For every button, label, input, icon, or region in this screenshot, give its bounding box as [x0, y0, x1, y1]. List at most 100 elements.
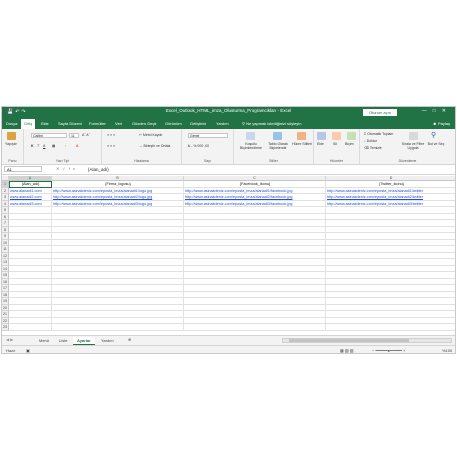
tell-me-search[interactable]: ⚲ Ne yapmak istediğinizi söyleyin	[242, 121, 301, 126]
zoom-slider[interactable]: − ━━━━━●━━━━━ +	[372, 348, 405, 353]
italic-icon[interactable]: T	[37, 144, 39, 148]
currency-icon[interactable]: ₺ - % 000 ,00	[188, 144, 209, 148]
border-icon[interactable]: ▦	[52, 144, 55, 148]
menu-yardim[interactable]: Yardım	[216, 121, 229, 126]
font-label: Yazı Tipi	[55, 159, 70, 163]
tell-me-text: Ne yapmak istediğinizi söyleyin	[246, 120, 302, 126]
format-cells-icon[interactable]	[347, 132, 356, 140]
number-label: Sayı	[203, 159, 211, 163]
font-name-box[interactable]: Calibri	[31, 133, 67, 138]
menu-formuller[interactable]: Formüller	[89, 121, 106, 126]
macro-record-icon[interactable]: ▣	[26, 348, 30, 353]
format-cells-button[interactable]: Biçim	[345, 142, 354, 146]
styles-group: Koşullu Biçimlendirme Tablo Olarak Biçim…	[234, 129, 314, 164]
editing-label: Düzenleme	[398, 159, 417, 163]
sheet-tabs-bar: ◀ ▶ Menü Liste Ayarlar Yardım ⊕	[2, 335, 455, 345]
empty-cell[interactable]	[9, 324, 52, 331]
sort-filter-icon[interactable]	[409, 132, 418, 140]
window-controls[interactable]: —□✕	[422, 108, 452, 114]
menu-gozden-gecir[interactable]: Gözden Geçir	[132, 121, 157, 126]
align-top-icon[interactable]: ≡ ≡ ≡	[107, 133, 115, 137]
font-grow-icon[interactable]: Aˆ Aˇ	[82, 133, 90, 137]
align-left-icon[interactable]: ≡ ≡ ≡	[107, 144, 115, 148]
status-bar: Hazır ▣ ▦ ▧ ▨ − ━━━━━●━━━━━ + %100	[2, 345, 455, 353]
clipboard-label: Pano	[8, 159, 17, 163]
cells-group: Ekle Sil Biçim Hücreler	[314, 129, 360, 164]
formula-input[interactable]: {Alan_adı}	[88, 167, 109, 172]
ribbon-tabs: Dosya Giriş Ekle Sayfa Düzeni Formüller …	[2, 118, 455, 129]
fill-color-icon[interactable]: ◑	[64, 144, 66, 148]
excel-window: 💾↶↷ Excel_Outlook_HTML_imza_Olusturma_Pr…	[1, 106, 456, 354]
paste-button[interactable]: Yapıştır	[5, 142, 17, 146]
font-size-box[interactable]: 11	[69, 133, 79, 138]
find-icon[interactable]: ⚲	[431, 131, 436, 139]
menu-ekle[interactable]: Ekle	[41, 121, 49, 126]
sigma-icon: Σ	[364, 132, 367, 136]
formula-buttons[interactable]: ✕✓fx	[56, 166, 78, 171]
cells-label: Hücreler	[329, 159, 344, 163]
wrap-text-label: Metni Kaydır	[142, 133, 163, 137]
conditional-format-icon[interactable]	[246, 132, 255, 140]
delete-cells-icon[interactable]	[332, 132, 341, 140]
number-format-box[interactable]: Genel	[188, 133, 228, 138]
font-color-icon[interactable]: A	[76, 144, 78, 148]
format-table-icon[interactable]	[273, 132, 282, 140]
conditional-format-button[interactable]: Koşullu Biçimlendirme	[238, 142, 264, 150]
clear-button[interactable]: ⌫ Temizle	[364, 146, 382, 150]
sheet-nav-arrows[interactable]: ◀ ▶	[6, 337, 13, 342]
menu-gorunum[interactable]: Görünüm	[165, 121, 182, 126]
row-header[interactable]: 23	[2, 324, 9, 331]
name-box[interactable]: A1	[4, 166, 42, 172]
empty-cell[interactable]	[184, 324, 326, 331]
empty-cell[interactable]	[326, 324, 455, 331]
autosum-button[interactable]: Σ Otomatik Toplam	[364, 132, 393, 136]
scrollbar-thumb[interactable]	[289, 339, 409, 342]
fill-button[interactable]: ↓ Doldur	[364, 139, 377, 143]
cell-styles-button[interactable]: Hücre Stilleri	[292, 142, 312, 146]
share-icon: ☻	[432, 120, 437, 126]
wrap-text-button[interactable]: ↵ Metni Kaydır	[139, 133, 163, 137]
title-bar: 💾↶↷ Excel_Outlook_HTML_imza_Olusturma_Pr…	[2, 107, 455, 118]
sheet-tab-liste[interactable]: Liste	[55, 337, 71, 344]
sheet-tab-yardim[interactable]: Yardım	[97, 337, 118, 344]
merge-center-button[interactable]: ↔ Birleştir ve Ortala	[139, 144, 170, 148]
share-label: Paylaş	[437, 120, 450, 126]
empty-cell[interactable]	[52, 324, 184, 331]
find-select-button[interactable]: Bul ve Seç	[427, 142, 445, 146]
sheet-tab-ayarlar[interactable]: Ayarlar	[73, 337, 95, 345]
underline-icon[interactable]: A	[43, 144, 45, 148]
menu-sayfa-duzeni[interactable]: Sayfa Düzeni	[58, 121, 82, 126]
status-ready: Hazır	[6, 348, 16, 353]
menu-dosya[interactable]: Dosya	[6, 121, 17, 126]
horizontal-scrollbar[interactable]	[282, 338, 452, 343]
insert-cells-icon[interactable]	[317, 132, 326, 140]
cell-styles-icon[interactable]	[297, 132, 306, 140]
clipboard-group: Yapıştır Pano	[2, 129, 24, 164]
autosum-label: Otomatik Toplam	[367, 132, 394, 136]
eraser-icon: ⌫	[364, 146, 369, 150]
share-button[interactable]: ☻ Paylaş	[433, 121, 450, 126]
wrap-icon: ↵	[139, 133, 142, 137]
font-group: Calibri 11 Aˆ Aˇ K T A ▦ ◑ A Yazı Tipi	[24, 129, 102, 164]
clear-label: Temizle	[369, 146, 382, 150]
styles-label: Stiller	[269, 159, 278, 163]
paste-icon[interactable]	[7, 132, 16, 140]
menu-veri[interactable]: Veri	[115, 121, 122, 126]
format-table-button[interactable]: Tablo Olarak Biçimlendir	[265, 142, 291, 150]
menu-gelistirici[interactable]: Geliştirici	[190, 121, 206, 126]
delete-cells-button[interactable]: Sil	[333, 142, 337, 146]
bold-icon[interactable]: K	[31, 144, 34, 148]
zoom-level[interactable]: %100	[442, 348, 452, 353]
insert-cells-button[interactable]: Ekle	[317, 142, 324, 146]
number-group: Genel ₺ - % 000 ,00 Sayı	[182, 129, 234, 164]
alignment-label: Hizalama	[134, 159, 149, 163]
merge-icon: ↔	[139, 144, 143, 148]
menu-giris[interactable]: Giriş	[21, 119, 36, 129]
view-buttons[interactable]: ▦ ▧ ▨	[340, 348, 354, 353]
formula-bar: A1 ✕✓fx {Alan_adı}	[2, 165, 455, 175]
sort-filter-button[interactable]: Sırala ve Filtre Uygula	[401, 142, 425, 150]
sheet-tab-menu[interactable]: Menü	[35, 337, 53, 344]
sign-in-button[interactable]: Oturum açın	[362, 108, 397, 116]
add-sheet-icon[interactable]: ⊕	[128, 337, 131, 342]
fill-down-icon: ↓	[364, 139, 366, 143]
